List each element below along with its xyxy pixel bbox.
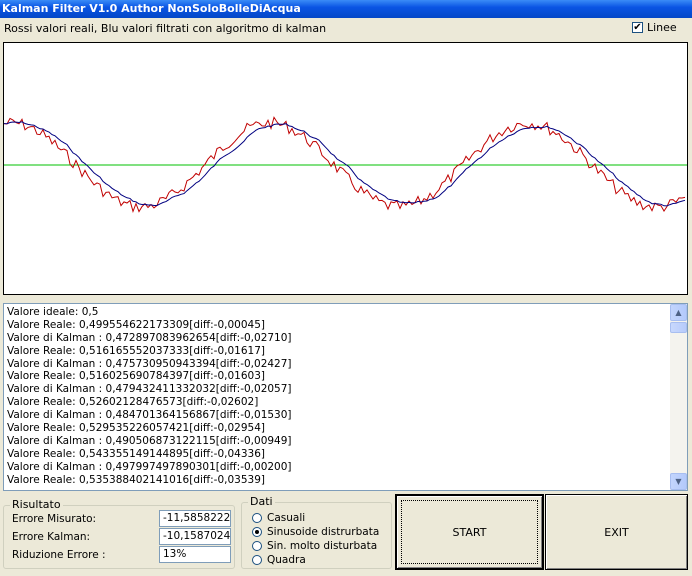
errore-kalman-field[interactable]: -10,1587024 [159,528,231,545]
start-button-label: START [452,525,487,539]
values-log-list[interactable]: Valore ideale: 0,5 Valore Reale: 0,499554… [3,303,688,491]
log-line: Valore Reale: 0,516025690784397[diff:-0,… [7,370,265,383]
linee-checkbox-control[interactable]: ✔ Linee [632,21,677,34]
radio-dot[interactable] [252,555,262,565]
window-title: Kalman Filter V1.0 Author NonSoloBolleDi… [2,2,301,15]
radio-sinusoide-distrurbata[interactable]: Sinusoide distrurbata [252,526,379,538]
radio-dot[interactable] [252,541,262,551]
radio-quadra[interactable]: Quadra [252,554,306,566]
log-line: Valore Reale: 0,529535226057421[diff:-0,… [7,422,265,435]
dati-group: Dati Casuali Sinusoide distrurbata Sin. … [241,495,392,569]
radio-label: Quadra [267,554,306,566]
linee-label: Linee [647,21,677,34]
log-lines: Valore ideale: 0,5 Valore Reale: 0,499554… [7,306,667,486]
log-line: Valore di Kalman : 0,497997497890301[dif… [7,460,292,473]
arrow-down-icon: ▼ [675,477,682,486]
scroll-down-button[interactable]: ▼ [670,473,687,490]
log-line: Valore di Kalman : 0,472897083962654[dif… [7,331,292,344]
exit-button[interactable]: EXIT [545,494,688,570]
scroll-thumb[interactable] [670,322,687,333]
errore-misurato-label: Errore Misurato: [12,513,97,525]
riduzione-errore-label: Riduzione Errore : [12,549,106,561]
radio-sin-molto-disturbata[interactable]: Sin. molto disturbata [252,540,377,552]
radio-casuali[interactable]: Casuali [252,512,305,524]
radio-dot-selected[interactable] [252,527,262,537]
errore-misurato-field[interactable]: -11,5858222 [159,510,231,527]
log-line: Valore Reale: 0,516165552037333[diff:-0,… [7,344,265,357]
log-line: Valore di Kalman : 0,490506873122115[dif… [7,434,292,447]
start-button[interactable]: START [395,494,544,570]
risultato-group: Risultato Errore Misurato: -11,5858222 E… [3,498,235,569]
log-line: Valore ideale: 0,5 [7,306,99,318]
exit-button-label: EXIT [604,525,629,539]
log-line: Valore Reale: 0,543355149144895[diff:-0,… [7,447,265,460]
log-line: Valore di Kalman : 0,484701364156867[dif… [7,409,292,422]
radio-label: Sinusoide distrurbata [267,526,380,538]
kalman-values-series [4,121,686,207]
radio-label: Casuali [267,512,306,524]
signal-plot [3,42,688,295]
signal-plot-svg [4,116,687,213]
log-line: Valore Reale: 0,535388402141016[diff:-0,… [7,473,265,486]
errore-kalman-label: Errore Kalman: [12,531,91,543]
radio-label: Sin. molto disturbata [267,540,378,552]
riduzione-errore-field[interactable]: 13% [159,546,231,563]
scroll-up-button[interactable]: ▲ [670,304,687,321]
title-bar: Kalman Filter V1.0 Author NonSoloBolleDi… [0,0,692,18]
log-line: Valore di Kalman : 0,479432411332032[dif… [7,383,292,396]
log-line: Valore di Kalman : 0,475730950943394[dif… [7,357,292,370]
chart-legend-text: Rossi valori reali, Blu valori filtrati … [4,22,327,35]
log-line: Valore Reale: 0,52602128476573[diff:-0,0… [7,396,259,409]
risultato-title: Risultato [10,498,63,511]
linee-checkbox[interactable]: ✔ [632,22,643,33]
radio-dot[interactable] [252,513,262,523]
real-values-series [4,116,686,213]
log-scrollbar[interactable]: ▲ ▼ [670,304,687,490]
log-line: Valore Reale: 0,499554622173309[diff:-0,… [7,318,265,331]
dati-title: Dati [248,495,275,508]
arrow-up-icon: ▲ [675,308,682,317]
